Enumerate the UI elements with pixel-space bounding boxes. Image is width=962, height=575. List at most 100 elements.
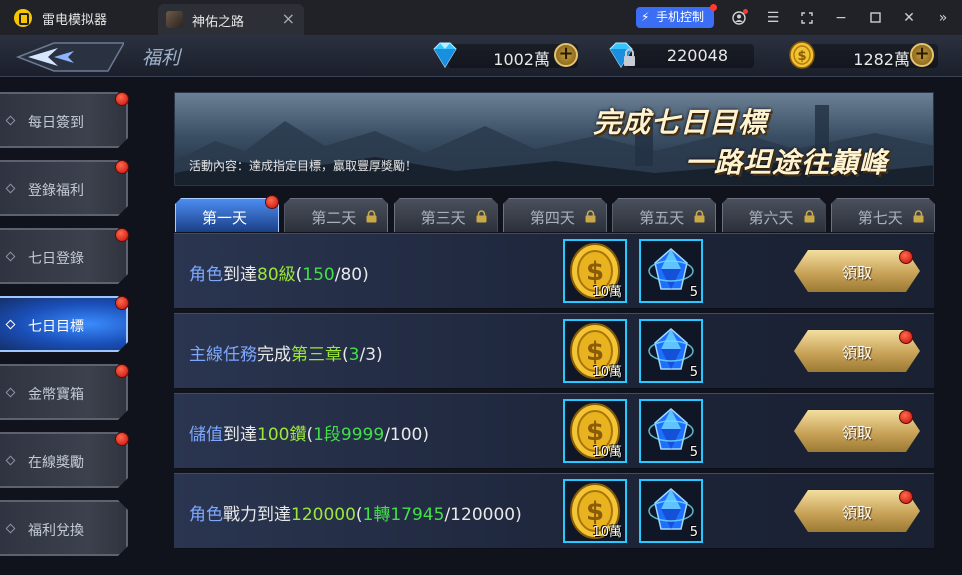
day-tab-label: 第五天	[639, 209, 685, 227]
task-text-part: 100鑽	[257, 425, 307, 445]
notification-dot	[899, 250, 913, 264]
close-window-icon[interactable]: ✕	[898, 7, 920, 29]
day-tab-label: 第七天	[857, 209, 903, 227]
task-row: 角色到達80級(150/80) $10萬 5 領取	[174, 233, 934, 309]
minimize-icon[interactable]: −	[830, 7, 852, 29]
notification-dot	[115, 160, 129, 174]
lock-icon	[913, 209, 924, 223]
sidebar-item-7[interactable]: 福利兌換	[0, 500, 128, 556]
tab-day-6[interactable]: 第六天	[721, 198, 826, 232]
emulator-titlebar: 雷电模拟器 神佑之路 × ⚡ 手机控制 ☰ − ✕ »	[0, 0, 962, 35]
task-text-part: 戰力到達	[223, 505, 291, 525]
banner-description: 活動內容：達成指定目標，贏取豐厚獎勵！	[189, 159, 418, 173]
claim-button-label: 領取	[841, 344, 872, 362]
notification-dot	[899, 330, 913, 344]
menu-icon[interactable]: ☰	[762, 7, 784, 29]
reward-count: 5	[689, 285, 698, 300]
expand-sidebar-icon[interactable]: »	[932, 7, 954, 29]
sidebar-item-label: 七日登錄	[28, 251, 84, 267]
diamond-bullet-icon	[5, 183, 16, 194]
game-tab[interactable]: 神佑之路 ×	[158, 4, 304, 35]
task-text-part: 3	[348, 345, 360, 365]
task-text-part: /120000)	[444, 505, 522, 525]
tab-day-7[interactable]: 第七天	[830, 198, 935, 232]
diamond-icon	[433, 42, 457, 68]
back-button[interactable]	[14, 40, 126, 74]
reward-slot[interactable]: 5	[639, 399, 703, 463]
lock-icon	[476, 209, 487, 223]
sidebar-item-5[interactable]: 金幣寶箱	[0, 364, 128, 420]
notification-dot	[115, 296, 129, 310]
game-screen: 福利 1002萬 + 220048 $ 1282萬 + 每日簽到 登錄福利 七日…	[0, 35, 962, 575]
sidebar-item-1[interactable]: 每日簽到	[0, 92, 128, 148]
account-icon[interactable]	[728, 7, 750, 29]
task-description: 角色到達80級(150/80)	[189, 260, 369, 285]
day-tab-label: 第一天	[202, 209, 248, 227]
notification-dot	[115, 364, 129, 378]
phone-control-button[interactable]: ⚡ 手机控制	[636, 4, 717, 28]
banner-title-line2: 一路坦途往巔峰	[685, 146, 889, 179]
task-text-part: 完成	[257, 345, 291, 365]
sidebar-item-label: 七日目標	[28, 319, 84, 335]
lock-icon	[694, 209, 705, 223]
day-tab-label: 第六天	[748, 209, 794, 227]
banner-title-line1: 完成七日目標	[593, 106, 768, 139]
tab-day-4[interactable]: 第四天	[502, 198, 607, 232]
diamond-bullet-icon	[5, 115, 16, 126]
day-tab-label: 第四天	[529, 209, 575, 227]
task-description: 主線任務完成第三章(3/3)	[189, 340, 383, 365]
claim-button-label: 領取	[841, 424, 872, 442]
notification-dot	[115, 92, 129, 106]
reward-slot[interactable]: 5	[639, 479, 703, 543]
lock-icon	[804, 209, 815, 223]
task-text-part: /3)	[359, 345, 383, 365]
task-text-part: 到達	[223, 425, 257, 445]
reward-count: 5	[689, 445, 698, 460]
task-row: 儲值到達100鑽(1段9999/100) $10萬 5 領取	[174, 393, 934, 469]
sidebar-item-3[interactable]: 七日登錄	[0, 228, 128, 284]
game-tab-title: 神佑之路	[192, 15, 245, 30]
sidebar-item-4[interactable]: 七日目標	[0, 296, 128, 352]
tab-day-5[interactable]: 第五天	[612, 198, 717, 232]
reward-slot[interactable]: $10萬	[563, 479, 627, 543]
task-description: 儲值到達100鑽(1段9999/100)	[189, 420, 429, 445]
diamond-bullet-icon	[5, 523, 16, 534]
locked-diamond-currency: 220048	[606, 40, 754, 70]
claim-button-label: 領取	[841, 504, 872, 522]
notification-dot	[899, 410, 913, 424]
day-tab-label: 第二天	[311, 209, 357, 227]
day-tab-label: 第三天	[420, 209, 466, 227]
task-text-part: 120000	[291, 505, 356, 525]
reward-slot[interactable]: $10萬	[563, 239, 627, 303]
reward-slot[interactable]: $10萬	[563, 319, 627, 383]
gold-currency: $ 1282萬 +	[788, 40, 940, 70]
diamond-bullet-icon	[5, 455, 16, 466]
reward-count: 10萬	[592, 525, 622, 540]
tab-day-1[interactable]: 第一天	[175, 198, 279, 232]
task-text-part: 角色	[189, 265, 223, 285]
lock-icon	[366, 209, 377, 223]
diamond-value: 1002萬	[493, 50, 550, 69]
emulator-app-name: 雷电模拟器	[42, 13, 108, 28]
add-diamond-button[interactable]: +	[554, 43, 578, 67]
tab-day-2[interactable]: 第二天	[284, 198, 389, 232]
reward-slot[interactable]: 5	[639, 239, 703, 303]
reward-count: 10萬	[592, 285, 622, 300]
maximize-icon[interactable]	[864, 7, 886, 29]
tab-close-icon[interactable]: ×	[282, 9, 295, 28]
sidebar-item-label: 每日簽到	[28, 115, 84, 131]
task-text-part: (	[342, 345, 349, 365]
gold-coin-icon: $	[789, 41, 815, 69]
add-gold-button[interactable]: +	[910, 43, 934, 67]
tab-day-3[interactable]: 第三天	[393, 198, 498, 232]
reward-slot[interactable]: 5	[639, 319, 703, 383]
event-banner: 活動內容：達成指定目標，贏取豐厚獎勵！ 完成七日目標 一路坦途往巔峰	[174, 92, 934, 186]
screenshot-icon[interactable]	[796, 7, 818, 29]
notification-dot	[899, 490, 913, 504]
reward-slot[interactable]: $10萬	[563, 399, 627, 463]
task-text-part: 到達	[223, 265, 257, 285]
sidebar-item-6[interactable]: 在線獎勵	[0, 432, 128, 488]
task-row: 角色戰力到達120000(1轉17945/120000) $10萬 5 領取	[174, 473, 934, 549]
sidebar-item-2[interactable]: 登錄福利	[0, 160, 128, 216]
sidebar-item-label: 在線獎勵	[28, 455, 84, 471]
